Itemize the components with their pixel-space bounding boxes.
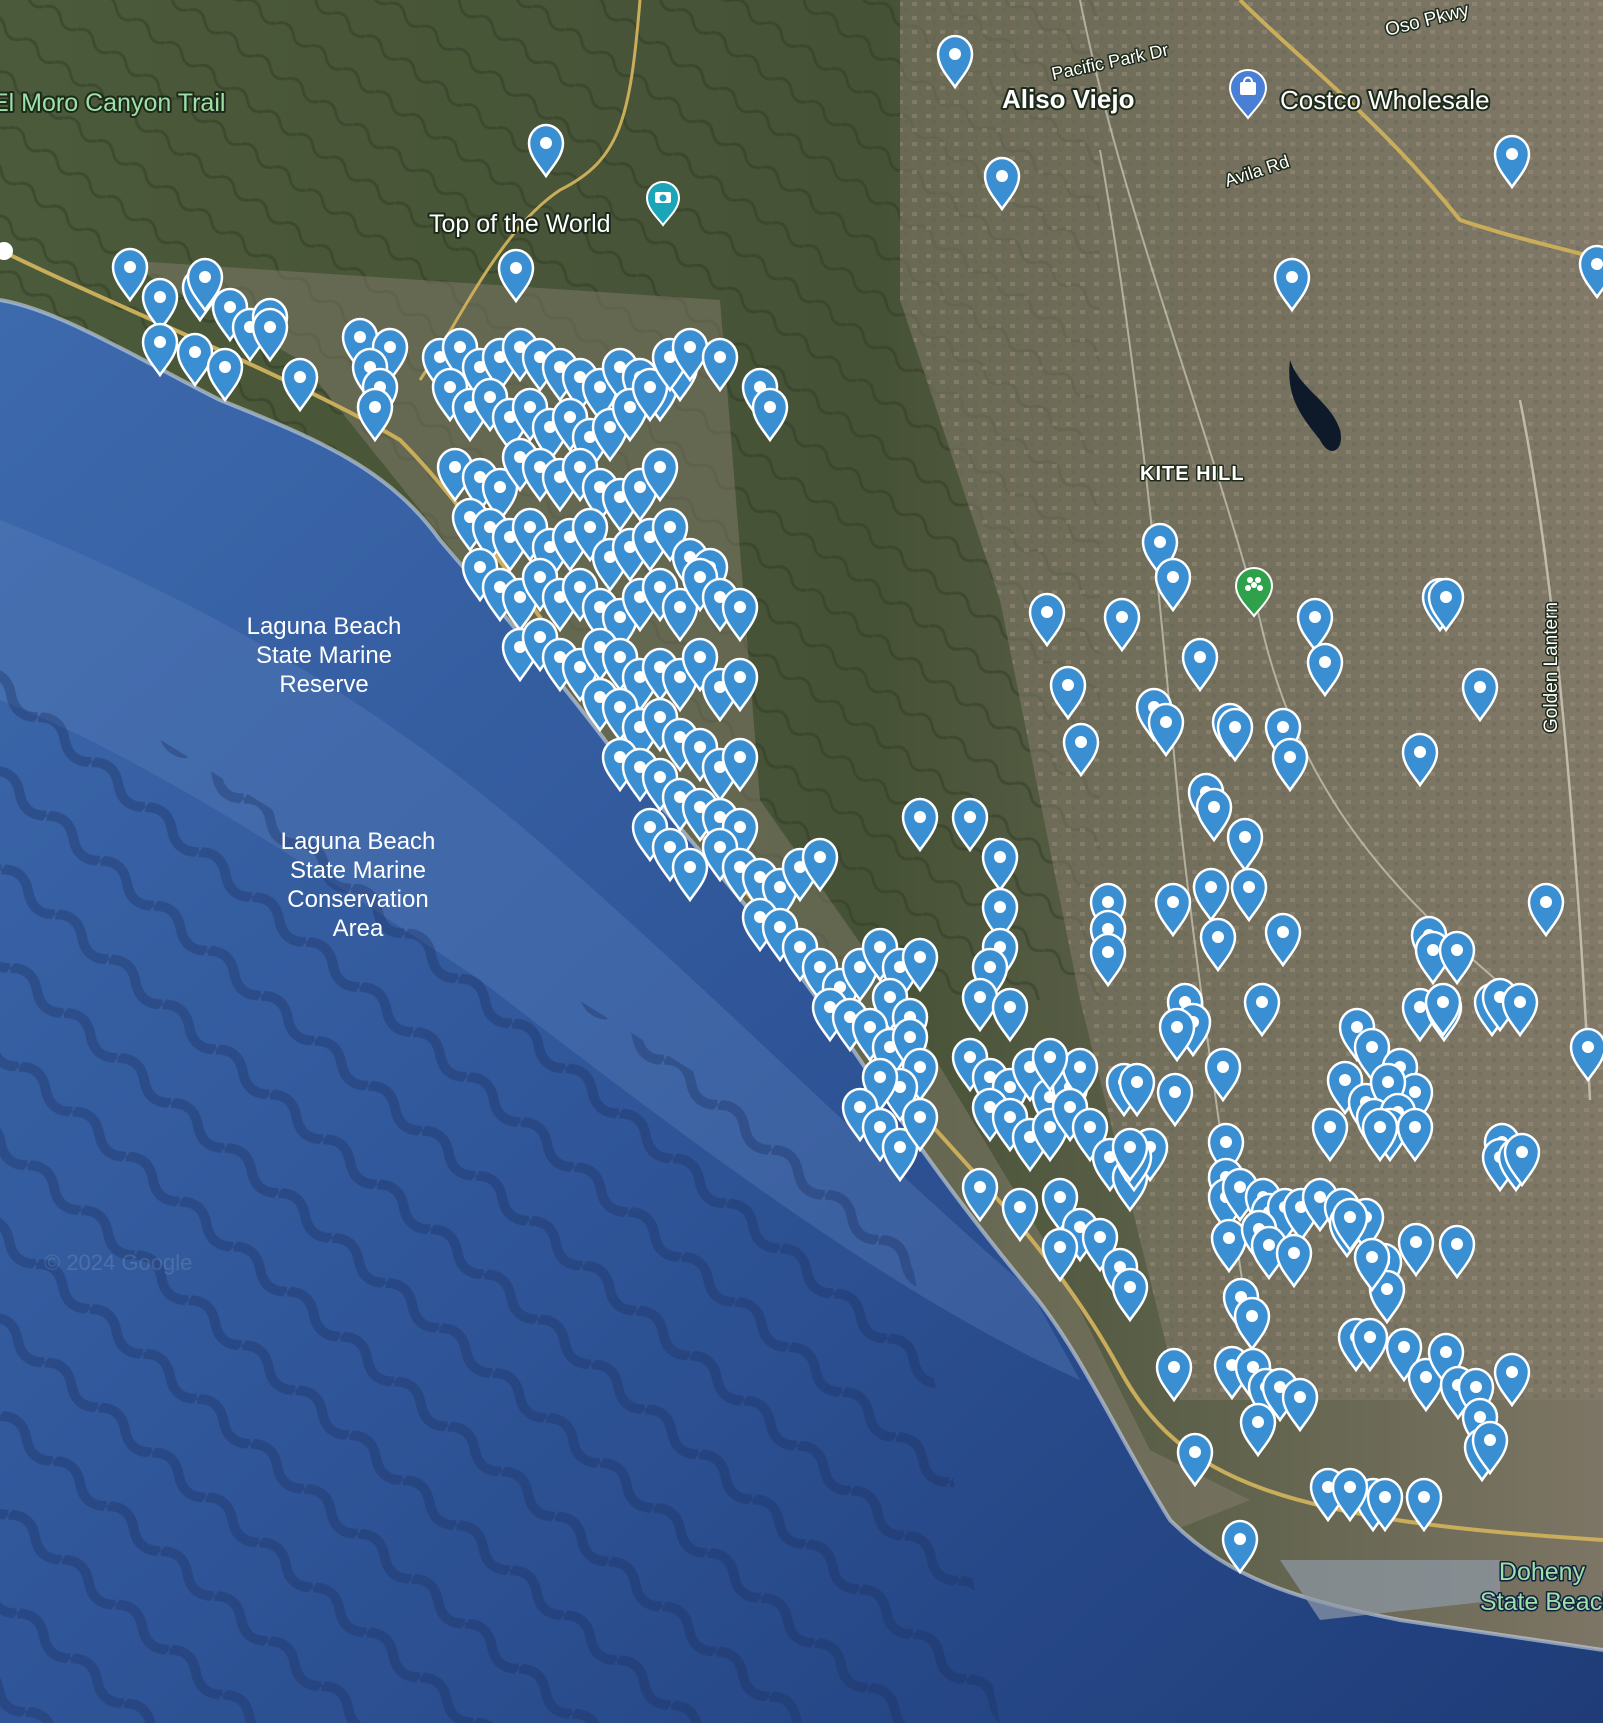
label-lb-cons-2: State Marine	[290, 857, 426, 884]
label-doheny-1: Doheny	[1499, 1558, 1586, 1586]
label-lb-cons-4: Area	[333, 915, 384, 942]
label-lb-reserve-2: State Marine	[256, 642, 392, 669]
label-lb-cons-3: Conservation	[287, 886, 428, 913]
label-aliso-viejo: Aliso Viejo	[1002, 84, 1134, 114]
label-kite-hill: KITE HILL	[1140, 463, 1245, 485]
satellite-map[interactable]: El Moro Canyon Trail Top of the World Al…	[0, 0, 1603, 1723]
label-golden-lantern: Golden Lantern	[1541, 602, 1562, 733]
label-lb-reserve-3: Reserve	[279, 671, 368, 698]
label-doheny-2: State Beach	[1480, 1588, 1603, 1616]
label-top-of-the-world: Top of the World	[429, 210, 611, 238]
label-costco-wholesale: Costco Wholesale	[1280, 85, 1490, 115]
label-el-moro-canyon-trail: El Moro Canyon Trail	[0, 89, 225, 117]
map-copyright: © 2024 Google	[44, 1250, 192, 1275]
label-lb-cons-1: Laguna Beach	[281, 828, 436, 855]
label-lb-reserve-1: Laguna Beach	[247, 613, 402, 640]
